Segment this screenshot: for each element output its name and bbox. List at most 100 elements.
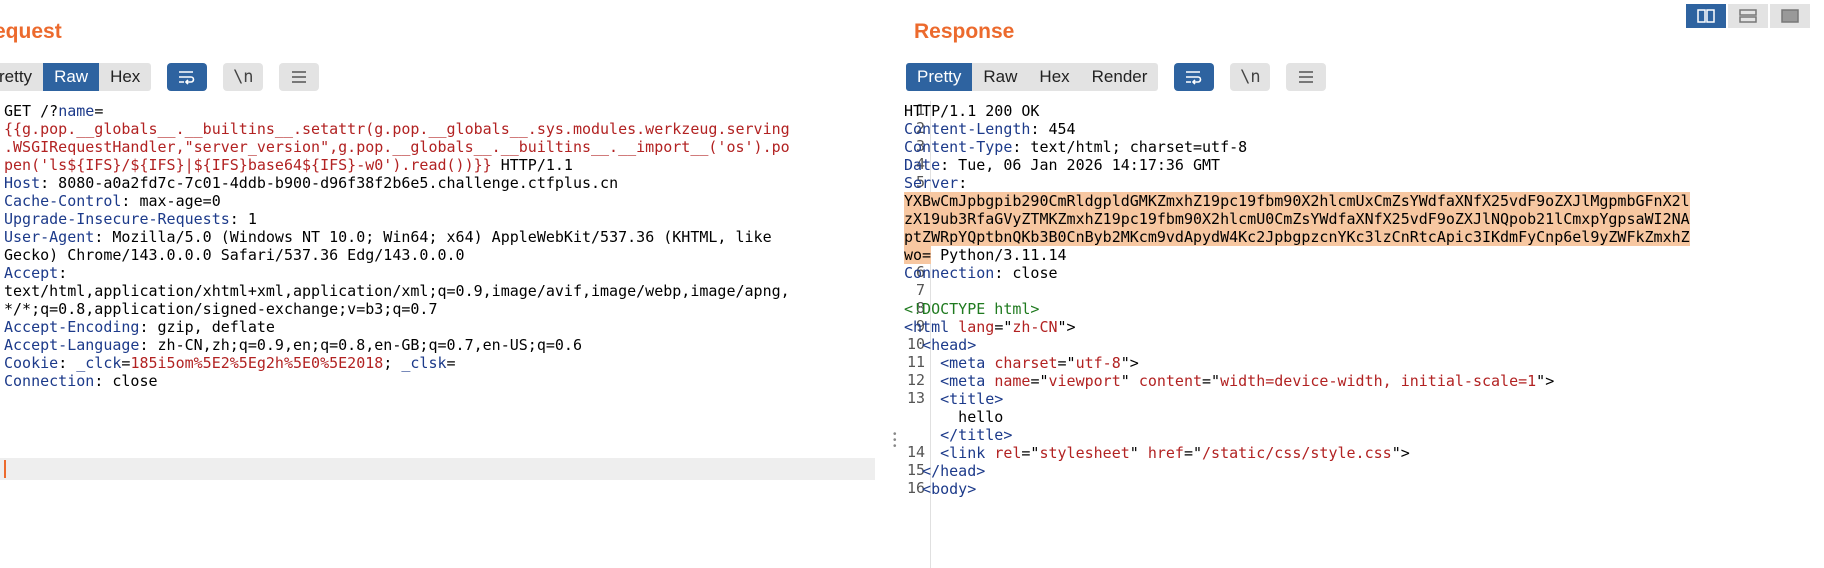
code-token: : 454: [1030, 120, 1076, 138]
response-line: ptZWRpYQptbnQKb3B0CnByb2MKcm9vdApydW4Kc2…: [904, 227, 1690, 246]
code-token: rel: [994, 444, 1022, 462]
tab-raw[interactable]: Raw: [43, 63, 100, 91]
code-token: ": [1129, 444, 1148, 462]
code-token: ">: [1536, 372, 1555, 390]
response-line: HTTP/1.1 200 OK: [904, 101, 1690, 120]
response-title: Response: [914, 20, 1015, 43]
response-line: <meta name="viewport" content="width=dev…: [904, 371, 1690, 390]
tab-pretty[interactable]: retty: [0, 63, 43, 91]
single-pane-icon[interactable]: [1770, 4, 1810, 28]
request-line: Accept-Encoding: gzip, deflate: [4, 317, 790, 336]
code-token: href: [1147, 444, 1184, 462]
menu-icon[interactable]: [279, 63, 320, 91]
request-line: Accept:: [4, 263, 790, 282]
newline-icon[interactable]: \n: [223, 63, 264, 91]
code-token: width=device-width, initial-scale=1: [1220, 372, 1537, 390]
response-toolbar: Pretty Raw Hex Render \n: [906, 62, 1327, 92]
code-token: =": [1183, 444, 1203, 462]
code-token: =": [1057, 354, 1076, 372]
code-token: =: [446, 354, 456, 372]
request-view-tabs: retty Raw Hex: [0, 63, 152, 91]
request-line: Host: 8080-a0a2fd7c-7c01-4ddb-b900-d96f3…: [4, 173, 790, 192]
tab-raw[interactable]: Raw: [972, 63, 1028, 91]
wrap-icon[interactable]: [1174, 63, 1215, 91]
code-token: <meta: [904, 372, 995, 390]
request-line: text/html,application/xhtml+xml,applicat…: [4, 281, 790, 300]
menu-icon[interactable]: [1286, 63, 1327, 91]
code-token: Content-Length: [904, 120, 1031, 138]
code-token: <head>: [904, 336, 977, 354]
response-line: <!DOCTYPE html>: [904, 299, 1690, 318]
response-line: Server:: [904, 173, 1690, 192]
response-line: <meta charset="utf-8">: [904, 353, 1690, 372]
current-line-highlight: [0, 458, 875, 480]
code-token: Accept-Language: [4, 336, 140, 354]
code-token: : Mozilla/5.0 (Windows NT 10.0; Win64; x…: [94, 228, 772, 246]
code-token: =": [994, 318, 1013, 336]
response-line: [904, 281, 1690, 299]
code-token: {{g.pop.__globals__.__builtins__.setattr…: [4, 120, 790, 138]
tab-hex[interactable]: Hex: [99, 63, 151, 91]
code-token: ;: [383, 354, 402, 372]
code-token: Upgrade-Insecure-Requests: [4, 210, 230, 228]
code-token: ptZWRpYQptbnQKb3B0CnByb2MKcm9vdApydW4Kc2…: [904, 228, 1690, 246]
request-title: equest: [0, 20, 62, 43]
code-token: User-Agent: [4, 228, 95, 246]
code-token: : Tue, 06 Jan 2026 14:17:36 GMT: [940, 156, 1221, 174]
code-token: stylesheet: [1039, 444, 1130, 462]
text-caret: [4, 460, 6, 478]
code-token: utf-8: [1075, 354, 1121, 372]
code-token: Cookie: [4, 354, 59, 372]
response-line: wo= Python/3.11.14: [904, 245, 1690, 264]
code-token: ">: [1120, 354, 1139, 372]
code-token: name: [994, 372, 1031, 390]
response-line: zX19ub3RfaGVyZTMKZmxhZ19pc19fbm90X2hlcmU…: [904, 209, 1690, 228]
request-line: Upgrade-Insecure-Requests: 1: [4, 209, 790, 228]
code-token: <title>: [904, 390, 1004, 408]
code-token: <meta: [904, 354, 995, 372]
code-token: =": [1202, 372, 1221, 390]
request-editor[interactable]: GET /?name= {{g.pop.__globals__.__builtin…: [4, 101, 790, 390]
code-token: : 1: [229, 210, 257, 228]
code-token: zh-CN: [1012, 318, 1058, 336]
code-token: Content-Type: [904, 138, 1013, 156]
pane-splitter[interactable]: [888, 0, 896, 568]
code-token: lang: [958, 318, 995, 336]
response-line: <body>: [904, 479, 1690, 498]
response-line: <title>: [904, 389, 1690, 408]
code-token: </title>: [904, 426, 1013, 444]
request-line: Accept-Language: zh-CN,zh;q=0.9,en;q=0.8…: [4, 335, 790, 354]
wrap-icon[interactable]: [167, 63, 208, 91]
response-line: Date: Tue, 06 Jan 2026 14:17:36 GMT: [904, 155, 1690, 174]
response-line: Connection: close: [904, 263, 1690, 282]
code-token: HTTP/1.1 200 OK: [904, 102, 1040, 120]
response-line: hello: [904, 407, 1690, 426]
split-horizontal-icon[interactable]: [1686, 4, 1726, 28]
code-token: : zh-CN,zh;q=0.9,en;q=0.8,en-GB;q=0.7,en…: [139, 336, 582, 354]
code-token: </head>: [904, 462, 986, 480]
code-token: */*;q=0.8,application/signed-exchange;v=…: [4, 300, 438, 318]
code-token: Gecko) Chrome/143.0.0.0 Safari/537.36 Ed…: [4, 246, 465, 264]
tab-render[interactable]: Render: [1081, 63, 1159, 91]
code-token: <!DOCTYPE html>: [904, 300, 1040, 318]
code-token: Python/3.11.14: [931, 246, 1067, 264]
tab-hex[interactable]: Hex: [1028, 63, 1080, 91]
newline-icon[interactable]: \n: [1230, 63, 1271, 91]
code-token: <html: [904, 318, 959, 336]
code-token: GET /?: [4, 102, 59, 120]
split-vertical-icon[interactable]: [1728, 4, 1768, 28]
request-line: User-Agent: Mozilla/5.0 (Windows NT 10.0…: [4, 227, 790, 246]
code-token: Connection: [904, 264, 995, 282]
code-token: =": [1030, 372, 1049, 390]
code-token: Accept: [4, 264, 59, 282]
code-token: : close: [994, 264, 1058, 282]
code-token: charset: [994, 354, 1058, 372]
tab-pretty[interactable]: Pretty: [906, 63, 973, 91]
splitter-handle-icon[interactable]: • • •: [893, 430, 897, 452]
code-token: : text/html; charset=utf-8: [1012, 138, 1248, 156]
code-token: /static/css/style.css: [1202, 444, 1392, 462]
request-line: Connection: close: [4, 371, 790, 390]
code-token: YXBwCmJpbgpib290CmRldgpldGMKZmxhZ19pc19f…: [904, 192, 1690, 210]
code-token: zX19ub3RfaGVyZTMKZmxhZ19pc19fbm90X2hlcmU…: [904, 210, 1690, 228]
response-viewer[interactable]: HTTP/1.1 200 OK Content-Length: 454 Conten…: [904, 101, 1690, 498]
